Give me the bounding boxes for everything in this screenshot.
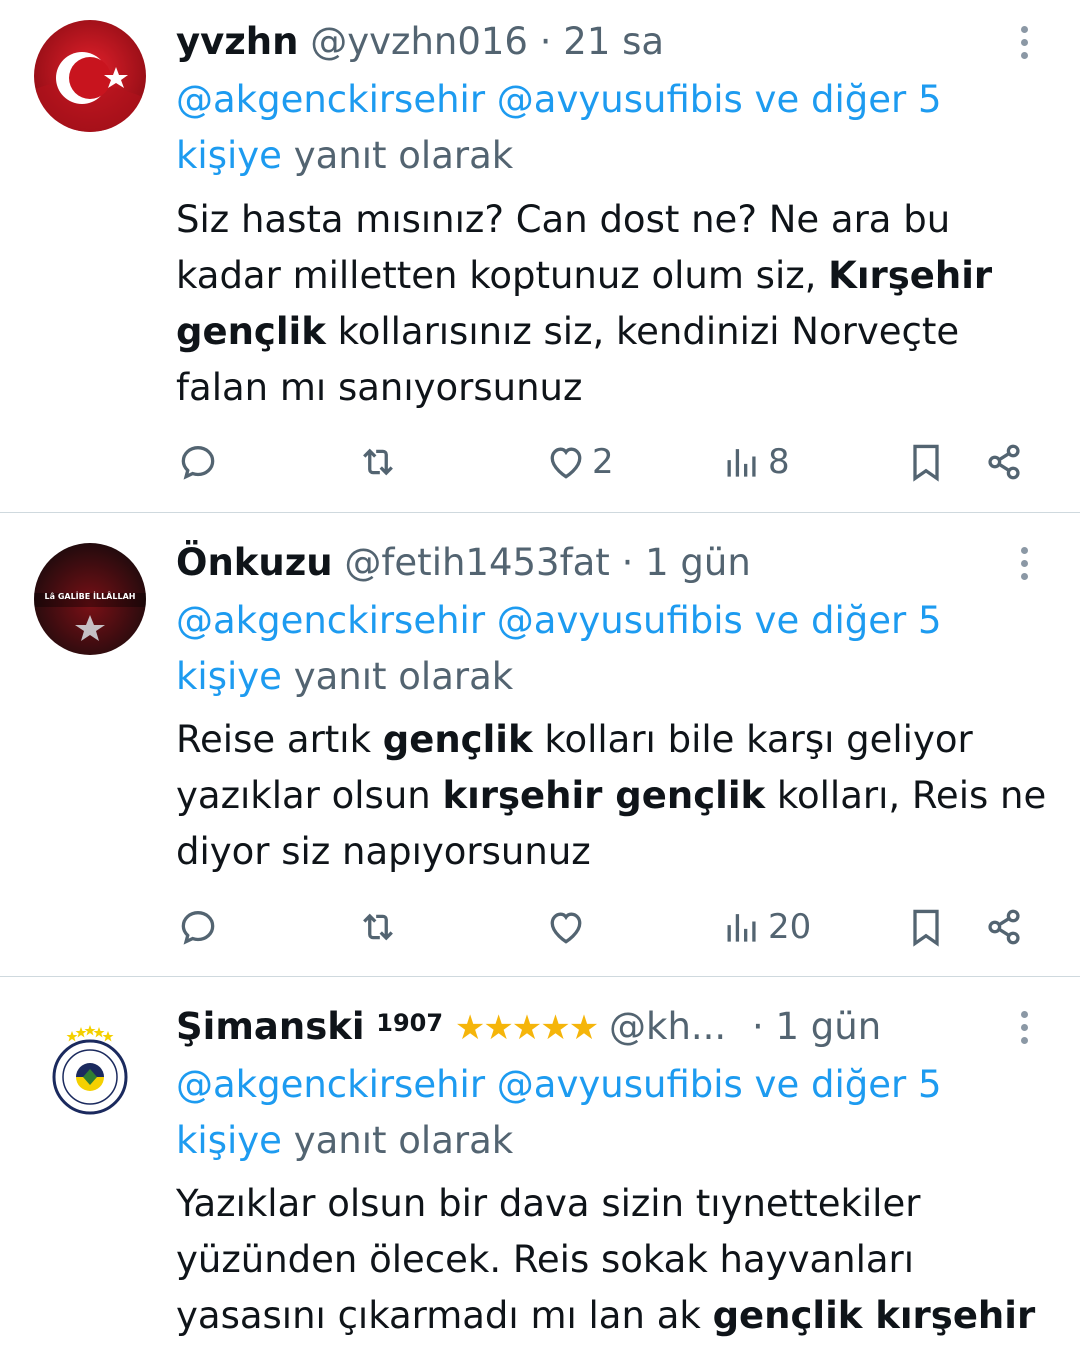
display-name[interactable]: Önkuzu <box>176 541 333 584</box>
separator: · <box>539 20 552 63</box>
share-button[interactable] <box>982 901 1026 953</box>
like-icon <box>550 912 582 944</box>
reply-mentions-link[interactable]: @akgenckirsehir @avyusufibis ve diğer 5 … <box>176 78 942 177</box>
separator: · <box>751 1005 764 1048</box>
tweet-header: Şimanski 1907 ★★★★★ @kh... · 1 gün <box>176 1005 881 1050</box>
bookmark-icon <box>913 909 939 947</box>
share-icon <box>988 444 1020 480</box>
views-icon <box>727 914 756 942</box>
share-icon <box>988 909 1020 945</box>
handle[interactable]: @kh... <box>609 1005 726 1048</box>
more-icon[interactable] <box>1008 541 1040 585</box>
handle[interactable]: @yvzhn016 <box>310 20 528 63</box>
avatar[interactable]: Lâ GALİBE İLLÂLLAH <box>34 543 146 655</box>
tweet[interactable]: yvzhn @yvzhn016 · 21 sa @akgenckirsehir … <box>0 0 1080 512</box>
name-superscript: 1907 <box>376 1009 444 1037</box>
reply-suffix: yanıt olarak <box>293 1119 514 1162</box>
tweet[interactable]: Lâ GALİBE İLLÂLLAH Önkuzu @fetih1453fat … <box>0 513 1080 976</box>
action-bar: 2 8 <box>176 436 1056 488</box>
reply-suffix: yanıt olarak <box>293 655 514 698</box>
bookmark-button[interactable] <box>904 436 948 488</box>
views-icon <box>727 449 756 477</box>
retweet-button[interactable] <box>356 436 400 488</box>
reply-mentions-link[interactable]: @akgenckirsehir @avyusufibis ve diğer 5 … <box>176 599 942 698</box>
retweet-icon <box>363 913 393 941</box>
timestamp[interactable]: 1 gün <box>775 1005 881 1048</box>
text-segment: Reise artık <box>176 718 383 761</box>
reply-mentions-link[interactable]: @akgenckirsehir @avyusufibis ve diğer 5 … <box>176 1063 942 1162</box>
tweet-header: yvzhn @yvzhn016 · 21 sa <box>176 20 664 64</box>
bookmark-icon <box>913 444 939 482</box>
avatar[interactable] <box>34 1017 146 1129</box>
share-button[interactable] <box>982 436 1026 488</box>
avatar[interactable] <box>34 20 146 132</box>
bookmark-button[interactable] <box>904 901 948 953</box>
tweet-text: Yazıklar olsun bir dava sizin tıynetteki… <box>176 1176 1056 1344</box>
timestamp[interactable]: 21 sa <box>563 20 664 63</box>
tweet[interactable]: Şimanski 1907 ★★★★★ @kh... · 1 gün @akge… <box>0 977 1080 1349</box>
name-stars: ★★★★★ <box>454 1008 599 1048</box>
reply-context: @akgenckirsehir @avyusufibis ve diğer 5 … <box>176 593 1056 705</box>
separator: · <box>621 541 634 584</box>
like-count: 2 <box>592 442 614 482</box>
display-name[interactable]: Şimanski <box>176 1005 365 1048</box>
handle[interactable]: @fetih1453fat <box>344 541 609 584</box>
turkish-flag-avatar <box>34 20 146 132</box>
retweet-icon <box>363 448 393 476</box>
reply-button[interactable] <box>176 901 220 953</box>
tweet-text: Reise artık gençlik kolları bile karşı g… <box>176 712 1056 880</box>
like-button[interactable] <box>544 901 592 953</box>
highlight-segment: kırşehir gençlik <box>442 774 766 817</box>
highlight-segment: gençlik <box>382 718 533 761</box>
more-icon[interactable] <box>1008 1005 1040 1049</box>
reply-suffix: yanıt olarak <box>293 134 514 177</box>
reply-icon <box>181 446 215 480</box>
display-name[interactable]: yvzhn <box>176 20 298 63</box>
views-button[interactable]: 8 <box>720 436 790 488</box>
reply-icon <box>181 911 215 945</box>
reply-context: @akgenckirsehir @avyusufibis ve diğer 5 … <box>176 72 1056 184</box>
retweet-button[interactable] <box>356 901 400 953</box>
views-button[interactable]: 20 <box>720 901 811 953</box>
view-count: 8 <box>768 442 790 482</box>
more-icon[interactable] <box>1008 20 1040 64</box>
timestamp[interactable]: 1 gün <box>645 541 751 584</box>
tweet-header: Önkuzu @fetih1453fat · 1 gün <box>176 541 751 585</box>
like-button[interactable]: 2 <box>544 436 614 488</box>
fenerbahce-crest-avatar <box>52 1025 128 1115</box>
action-bar: 20 <box>176 901 1056 953</box>
view-count: 20 <box>768 907 812 947</box>
like-icon <box>550 447 582 479</box>
reply-button[interactable] <box>176 436 220 488</box>
highlight-segment: gençlik kırşehir <box>712 1294 1036 1337</box>
tweet-text: Siz hasta mısınız? Can dost ne? Ne ara b… <box>176 192 1056 416</box>
avatar-caption: Lâ GALİBE İLLÂLLAH <box>44 592 136 601</box>
reply-context: @akgenckirsehir @avyusufibis ve diğer 5 … <box>176 1057 1056 1169</box>
